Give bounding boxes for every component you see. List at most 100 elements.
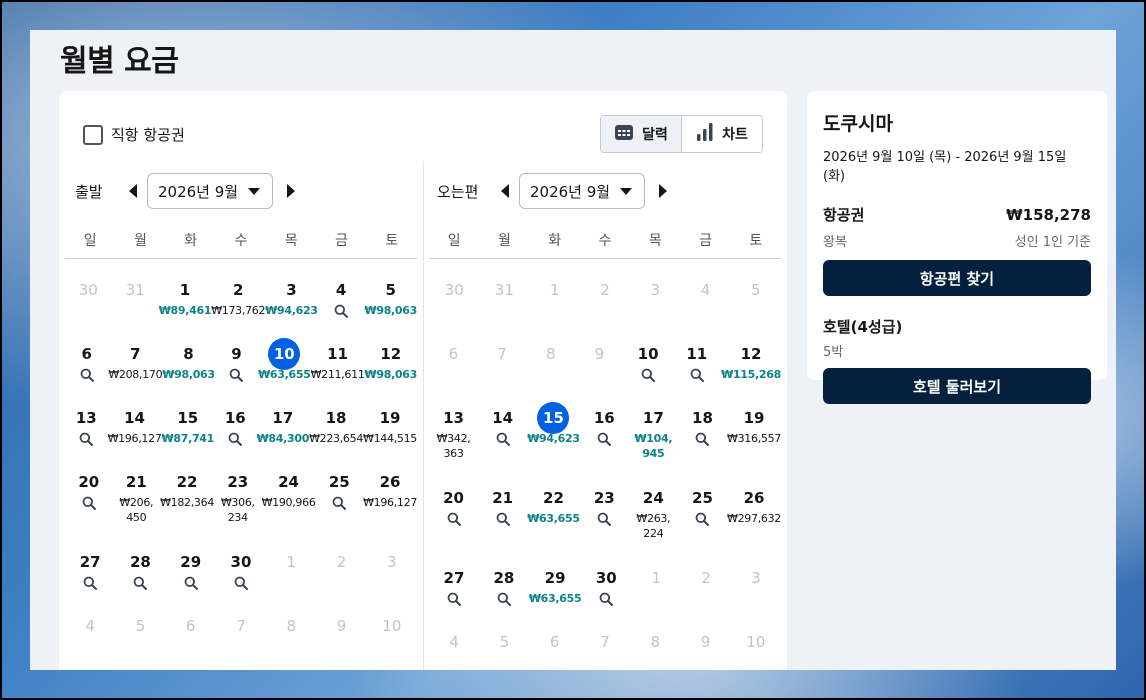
- day-number: 31: [494, 281, 514, 299]
- direct-checkbox[interactable]: [83, 124, 103, 145]
- view-toggle: 달력 차트: [600, 115, 763, 153]
- calendar-day[interactable]: 15 ₩94,623: [527, 387, 580, 467]
- calendar-day[interactable]: 10 ₩63,655: [258, 323, 311, 387]
- calendar-day[interactable]: 3 ₩94,623: [265, 259, 318, 323]
- arrow-right-icon[interactable]: [281, 181, 301, 201]
- calendar-day[interactable]: 26 ₩196,127: [363, 451, 417, 531]
- search-icon[interactable]: [690, 367, 704, 383]
- search-icon[interactable]: [447, 511, 461, 527]
- calendar-day[interactable]: 16: [580, 387, 629, 467]
- calendar-day[interactable]: 20: [65, 451, 113, 531]
- search-icon[interactable]: [497, 591, 511, 607]
- calendar-day[interactable]: 14: [478, 387, 527, 467]
- calendar-day[interactable]: 12 ₩115,268: [721, 323, 781, 387]
- search-icon[interactable]: [80, 367, 94, 383]
- weekday-label: 월: [133, 232, 147, 249]
- day-number: 18: [325, 409, 347, 427]
- calendar-day: 2: [316, 531, 366, 595]
- search-icon[interactable]: [83, 575, 98, 591]
- calendar-day[interactable]: 27: [429, 547, 479, 611]
- calendar-day[interactable]: 30: [581, 547, 631, 611]
- calendar-view-button[interactable]: 달력: [601, 116, 682, 152]
- bar-chart-icon: [696, 123, 714, 145]
- search-icon[interactable]: [229, 367, 244, 383]
- arrow-right-icon[interactable]: [653, 181, 673, 201]
- calendar-day[interactable]: 26 ₩297,632: [727, 467, 781, 547]
- day-price: ₩63,655: [258, 368, 311, 381]
- outbound-label: 출발: [75, 182, 103, 201]
- search-icon[interactable]: [641, 367, 656, 383]
- calendar-day[interactable]: 14 ₩196,127: [108, 387, 162, 451]
- calendar-day[interactable]: 15 ₩87,741: [162, 387, 215, 451]
- calendar-day[interactable]: 17 ₩84,300: [257, 387, 310, 451]
- search-icon[interactable]: [79, 431, 94, 447]
- day-number: 19: [743, 409, 765, 427]
- search-icon[interactable]: [332, 495, 347, 511]
- calendar-day[interactable]: 29 ₩63,655: [529, 547, 582, 611]
- search-icon[interactable]: [184, 575, 198, 591]
- calendar-day[interactable]: 12 ₩98,063: [365, 323, 418, 387]
- calendar-day[interactable]: 13 ₩342, 363: [429, 387, 478, 467]
- calendar-day[interactable]: 22 ₩182,364: [160, 451, 214, 531]
- weekday-label: 화: [548, 232, 562, 249]
- calendar-day[interactable]: 28: [479, 547, 529, 611]
- calendar-day[interactable]: 17 ₩104, 945: [629, 387, 678, 467]
- search-icon[interactable]: [234, 575, 248, 591]
- outbound-month-select[interactable]: 2026년 9월: [147, 173, 273, 209]
- calendar-day[interactable]: 6: [65, 323, 108, 387]
- calendar-day[interactable]: 21 ₩206, 450: [113, 451, 161, 531]
- search-icon[interactable]: [82, 495, 96, 511]
- search-icon[interactable]: [228, 431, 243, 447]
- calendar-day[interactable]: 25: [678, 467, 727, 547]
- calendar-day[interactable]: 16: [214, 387, 257, 451]
- calendar-day[interactable]: 27: [65, 531, 115, 595]
- calendar-day[interactable]: 13: [65, 387, 108, 451]
- search-icon[interactable]: [597, 431, 612, 447]
- calendar-day[interactable]: 11 ₩211,611: [311, 323, 365, 387]
- calendar-day[interactable]: 4: [318, 259, 365, 323]
- calendar-day[interactable]: 29: [166, 531, 216, 595]
- calendar-day[interactable]: 18 ₩223,654: [309, 387, 363, 451]
- find-flights-button[interactable]: 항공편 찾기: [823, 260, 1091, 296]
- calendar-day[interactable]: 9: [215, 323, 258, 387]
- calendar-day[interactable]: 1 ₩89,461: [158, 259, 212, 323]
- search-icon[interactable]: [695, 431, 710, 447]
- search-icon[interactable]: [597, 511, 612, 527]
- calendar-day[interactable]: 11: [672, 323, 721, 387]
- search-icon[interactable]: [496, 511, 510, 527]
- calendar-day[interactable]: 20: [429, 467, 478, 547]
- calendar-day[interactable]: 24 ₩190,966: [262, 451, 316, 531]
- direct-flights-filter[interactable]: 직항 항공권: [83, 124, 185, 145]
- day-number: 13: [75, 409, 97, 427]
- chart-view-button[interactable]: 차트: [682, 116, 762, 152]
- search-icon[interactable]: [496, 431, 510, 447]
- search-icon[interactable]: [334, 303, 349, 319]
- browse-hotels-button[interactable]: 호텔 둘러보기: [823, 368, 1091, 404]
- calendar-day[interactable]: 30: [216, 531, 266, 595]
- calendar-day[interactable]: 2 ₩173,762: [211, 259, 265, 323]
- calendar-day[interactable]: 23 ₩306, 234: [214, 451, 262, 531]
- calendar-day[interactable]: 22 ₩63,655: [527, 467, 580, 547]
- arrow-left-icon[interactable]: [123, 181, 143, 201]
- search-icon[interactable]: [599, 591, 614, 607]
- calendar-day[interactable]: 18: [678, 387, 727, 467]
- calendar-day[interactable]: 25: [316, 451, 364, 531]
- calendar-day[interactable]: 7 ₩208,170: [108, 323, 162, 387]
- calendar-day[interactable]: 10: [624, 323, 673, 387]
- day-price: ₩89,461: [158, 304, 212, 317]
- trip-summary-card: 도쿠시마 2026년 9월 10일 (목) - 2026년 9월 15일 (화)…: [807, 91, 1107, 404]
- calendar-day[interactable]: 19 ₩316,557: [727, 387, 781, 467]
- day-price: ₩190,966: [261, 496, 316, 509]
- search-icon[interactable]: [133, 575, 148, 591]
- calendar-day[interactable]: 8 ₩98,063: [162, 323, 215, 387]
- calendar-day[interactable]: 21: [478, 467, 527, 547]
- calendar-day[interactable]: 19 ₩144,515: [363, 387, 417, 451]
- arrow-left-icon[interactable]: [495, 181, 515, 201]
- calendar-day[interactable]: 5 ₩98,063: [365, 259, 418, 323]
- search-icon[interactable]: [447, 591, 461, 607]
- calendar-day[interactable]: 28: [115, 531, 165, 595]
- calendar-day[interactable]: 23: [580, 467, 629, 547]
- search-icon[interactable]: [695, 511, 710, 527]
- inbound-month-select[interactable]: 2026년 9월: [519, 173, 645, 209]
- calendar-day[interactable]: 24 ₩263, 224: [629, 467, 678, 547]
